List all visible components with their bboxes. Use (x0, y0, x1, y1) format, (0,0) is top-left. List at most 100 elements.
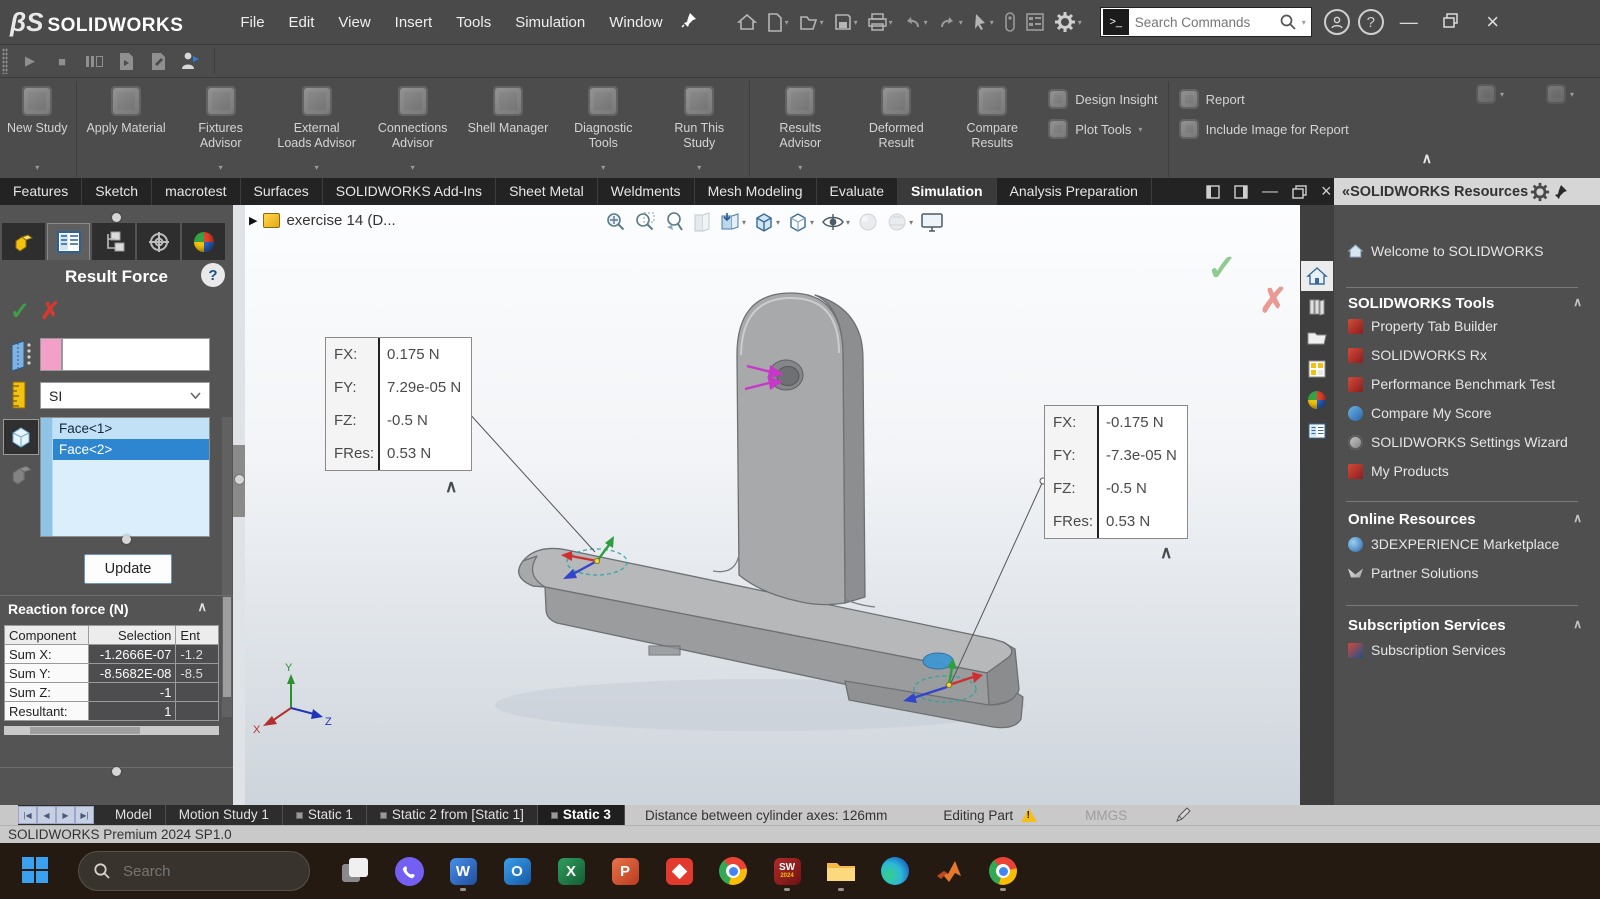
pin-menu-icon[interactable] (681, 12, 697, 33)
section-collapse-icon[interactable]: ∧ (1573, 295, 1582, 309)
tile-left-icon[interactable] (1206, 185, 1220, 199)
panel-viewport-splitter[interactable] (233, 205, 245, 805)
dynamic-annotation-icon[interactable]: ▾ (717, 209, 748, 235)
update-button[interactable]: Update (84, 554, 172, 584)
tab-configurationmanager[interactable] (92, 223, 135, 260)
ribbon-run-this-study[interactable]: Run This Study▾ (651, 81, 747, 175)
edit-macro-icon[interactable] (145, 49, 171, 73)
pm-cancel-button[interactable]: ✗ (40, 297, 60, 326)
ribbon-diagnostic-tools[interactable]: Diagnostic Tools▾ (555, 81, 651, 175)
menu-tools[interactable]: Tools (444, 0, 503, 45)
display-style-icon[interactable]: ▾ (785, 209, 816, 235)
hide-show-items-icon[interactable]: ▾ (819, 210, 852, 234)
link-solidworks-rx[interactable]: SOLIDWORKS Rx (1348, 347, 1487, 363)
confirm-cancel-icon[interactable]: ✗ (1259, 281, 1288, 321)
callout-collapse-icon[interactable]: ∧ (1160, 543, 1172, 563)
tab-solidworks-resources[interactable] (1301, 261, 1333, 291)
taskpane-gear-icon[interactable] (1530, 182, 1550, 202)
ribbon-include-image-for-report[interactable]: Include Image for Report (1179, 119, 1349, 139)
scrollbar-thumb[interactable] (223, 597, 231, 697)
link-my-products[interactable]: My Products (1348, 463, 1449, 479)
link-settings-wizard[interactable]: SOLIDWORKS Settings Wizard (1348, 434, 1568, 450)
breadcrumb-expand-icon[interactable]: ▶ (249, 214, 257, 227)
doc-minimize-icon[interactable]: — (1262, 183, 1278, 201)
zoom-fit-icon[interactable] (603, 209, 629, 235)
list-item-face2[interactable]: Face<2> (53, 439, 209, 460)
stop-macro-icon[interactable]: ■ (49, 49, 75, 73)
tab-file-explorer[interactable] (1301, 323, 1333, 353)
section-collapse-icon[interactable]: ∧ (197, 599, 207, 615)
ribbon-new-study[interactable]: New Study▾ (0, 81, 74, 175)
taskbar-search-input[interactable] (121, 862, 271, 881)
record-macro-icon[interactable] (113, 49, 139, 73)
ribbon-connections-advisor[interactable]: Connections Advisor▾ (365, 81, 461, 175)
panel-splitter-handle-3[interactable] (112, 767, 121, 776)
section-collapse-icon[interactable]: ∧ (1573, 511, 1582, 525)
tab-macrotest[interactable]: macrotest (152, 178, 240, 205)
graphics-viewport[interactable]: Y X Z ▶ exercise 14 (D... ▾ ▾ ▾ ▾ (245, 205, 1300, 805)
splitter-dot[interactable] (235, 475, 244, 484)
menu-view[interactable]: View (326, 0, 382, 45)
face-selection-box-icon[interactable] (3, 419, 39, 455)
tab-motion-study-1[interactable]: Motion Study 1 (166, 805, 283, 825)
link-3dexperience-marketplace[interactable]: 3DEXPERIENCE Marketplace (1348, 536, 1559, 552)
menu-insert[interactable]: Insert (383, 0, 445, 45)
callout-color-swatch[interactable] (40, 338, 62, 371)
link-subscription-services[interactable]: Subscription Services (1348, 642, 1506, 658)
tab-analysis-preparation[interactable]: Analysis Preparation (997, 178, 1152, 205)
word-icon[interactable]: W (444, 851, 482, 891)
ribbon-plot-tools[interactable]: Plot Tools▾ (1048, 119, 1157, 139)
tile-right-icon[interactable] (1234, 185, 1248, 199)
tab-static-3[interactable]: Static 3 (538, 805, 625, 825)
menu-window[interactable]: Window (597, 0, 674, 45)
ribbon-collapse-chevron[interactable]: ∧ (1422, 150, 1432, 167)
link-property-tab-builder[interactable]: Property Tab Builder (1348, 318, 1498, 334)
tab-sheet-metal[interactable]: Sheet Metal (496, 178, 598, 205)
zoom-area-icon[interactable] (632, 209, 658, 235)
section-view-icon[interactable] (690, 209, 714, 235)
pm-help-icon[interactable]: ? (201, 263, 225, 287)
search-commands-input[interactable] (1129, 15, 1279, 30)
taskbar-search[interactable] (78, 851, 310, 891)
table-horizontal-scrollbar[interactable] (4, 726, 219, 735)
tab-model[interactable]: Model (102, 805, 166, 825)
restore-button[interactable] (1434, 12, 1468, 33)
document-breadcrumb[interactable]: ▶ exercise 14 (D... (249, 212, 396, 229)
link-performance-benchmark[interactable]: Performance Benchmark Test (1348, 376, 1555, 392)
file-explorer-icon[interactable] (822, 851, 860, 891)
next-tab-button[interactable]: ▶ (56, 806, 75, 824)
solidworks-app-icon[interactable]: SW2024 (768, 851, 806, 891)
select-cursor-button[interactable]: ▾ (969, 10, 998, 34)
result-force-callout-right[interactable]: FX:-0.175 N FY:-7.3e-05 N FZ:-0.5 N FRes… (1044, 405, 1188, 539)
tab-custom-properties[interactable] (1301, 416, 1333, 446)
tab-design-library[interactable] (1301, 292, 1333, 322)
unit-system-select[interactable]: SI (40, 382, 210, 409)
pm-ok-button[interactable]: ✓ (10, 297, 30, 326)
doc-restore-icon[interactable] (1292, 185, 1307, 199)
chrome-icon[interactable] (714, 851, 752, 891)
matlab-icon[interactable] (930, 851, 968, 891)
ribbon-report[interactable]: Report (1179, 89, 1349, 109)
welcome-link[interactable]: Welcome to SOLIDWORKS (1348, 243, 1543, 259)
ribbon-results-advisor[interactable]: Results Advisor▾ (752, 81, 848, 175)
excel-icon[interactable]: X (552, 851, 590, 891)
outlook-icon[interactable]: O (498, 851, 536, 891)
apply-scene-icon[interactable]: ▾ (884, 209, 915, 235)
powerpoint-icon[interactable]: P (606, 851, 644, 891)
home-button[interactable] (733, 10, 761, 34)
doc-close-icon[interactable]: × (1321, 181, 1332, 202)
confirm-accept-icon[interactable]: ✓ (1207, 247, 1237, 289)
result-force-callout-left[interactable]: FX:0.175 N FY:7.29e-05 N FZ:-0.5 N FRes:… (325, 337, 472, 471)
help-icon[interactable]: ? (1358, 9, 1384, 35)
ribbon-design-insight[interactable]: Design Insight (1048, 89, 1157, 109)
edit-appearance-icon[interactable] (855, 209, 881, 235)
list-item-face1[interactable]: Face<1> (53, 418, 209, 439)
panel-splitter-handle-2[interactable] (122, 535, 131, 544)
search-dropdown-icon[interactable]: ▾ (1302, 18, 1306, 27)
first-tab-button[interactable]: |◀ (18, 806, 37, 824)
options-list-icon[interactable] (1022, 10, 1048, 34)
red-diamond-app-icon[interactable] (660, 851, 698, 891)
close-button[interactable]: × (1476, 9, 1510, 35)
print-button[interactable]: ▾ (864, 10, 897, 34)
tab-propertymanager[interactable] (47, 223, 90, 260)
